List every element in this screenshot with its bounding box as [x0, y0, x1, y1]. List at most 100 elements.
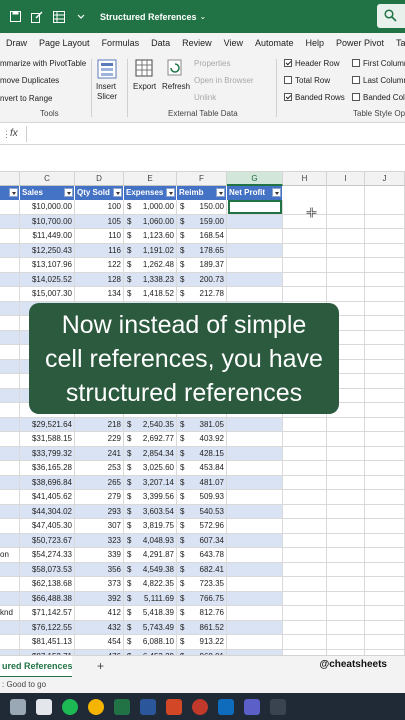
table-cell-qty[interactable]: 293 [75, 504, 124, 519]
empty-cell[interactable] [327, 591, 365, 606]
taskbar-outlook-icon[interactable] [218, 698, 234, 715]
title-chevron-icon[interactable]: ⌄ [200, 12, 207, 21]
table-cell-exp[interactable]: $6,088.10 [124, 635, 177, 650]
table-cell-qty[interactable]: 323 [75, 533, 124, 548]
table-cell-reimb[interactable]: $453.84 [177, 461, 227, 476]
empty-cell[interactable] [283, 461, 327, 476]
empty-cell[interactable] [327, 214, 365, 229]
empty-cell[interactable] [327, 287, 365, 302]
table-cell-exp[interactable]: $1,191.02 [124, 243, 177, 258]
refresh-button[interactable]: Refresh [162, 82, 190, 91]
table-cell-net[interactable] [227, 258, 283, 273]
table-cell-qty[interactable]: 105 [75, 214, 124, 229]
table-cell-reimb[interactable]: $643.78 [177, 548, 227, 563]
table-cell-sales[interactable]: $10,700.00 [20, 214, 75, 229]
banded-columns-option[interactable]: Banded Columns [352, 93, 405, 102]
empty-cell[interactable] [327, 606, 365, 621]
empty-cell[interactable] [365, 272, 405, 287]
empty-cell[interactable] [365, 446, 405, 461]
table-cell-reimb[interactable]: $428.15 [177, 446, 227, 461]
table-cell-reimb[interactable]: $766.75 [177, 591, 227, 606]
slicer-icon[interactable] [96, 58, 118, 80]
empty-cell[interactable] [283, 620, 327, 635]
empty-cell[interactable] [365, 316, 405, 331]
table-cell-b[interactable] [0, 461, 20, 476]
cell-i[interactable] [327, 186, 365, 201]
table-cell-qty[interactable]: 110 [75, 229, 124, 244]
table-cell-b[interactable]: knd [0, 606, 20, 621]
empty-cell[interactable] [283, 504, 327, 519]
header-row-checkbox[interactable] [284, 59, 292, 67]
table-cell-exp[interactable]: $3,207.14 [124, 475, 177, 490]
table-cell-exp[interactable]: $3,603.54 [124, 504, 177, 519]
table-cell-net[interactable] [227, 461, 283, 476]
total-row-option[interactable]: Total Row [284, 76, 330, 85]
table-cell-net[interactable] [227, 229, 283, 244]
table-cell-sales[interactable]: $13,107.96 [20, 258, 75, 273]
table-cell-net[interactable] [227, 504, 283, 519]
empty-cell[interactable] [327, 432, 365, 447]
table-cell-qty[interactable]: 265 [75, 475, 124, 490]
empty-cell[interactable] [365, 519, 405, 534]
table-cell-net[interactable] [227, 635, 283, 650]
table-cell-qty[interactable]: 412 [75, 606, 124, 621]
table-cell-qty[interactable]: 356 [75, 562, 124, 577]
insert-slicer-label-2[interactable]: Slicer [97, 92, 117, 101]
empty-cell[interactable] [327, 562, 365, 577]
empty-cell[interactable] [327, 490, 365, 505]
table-cell-sales[interactable]: $66,488.38 [20, 591, 75, 606]
insert-slicer-label[interactable]: Insert [96, 82, 116, 91]
table-cell-reimb[interactable]: $178.65 [177, 243, 227, 258]
table-cell-exp[interactable]: $5,418.39 [124, 606, 177, 621]
table-cell-sales[interactable]: $29,521.64 [20, 417, 75, 432]
table-cell-exp[interactable]: $1,060.00 [124, 214, 177, 229]
filter-dropdown-icon[interactable] [216, 188, 225, 197]
header-cell-reimb[interactable]: Reimb [177, 186, 227, 201]
empty-cell[interactable] [327, 258, 365, 273]
filter-dropdown-icon[interactable] [272, 188, 281, 197]
convert-to-range-button[interactable]: nvert to Range [0, 94, 52, 103]
empty-cell[interactable] [365, 258, 405, 273]
taskbar-app-icon[interactable] [10, 698, 26, 715]
column-header-e[interactable]: E [124, 172, 177, 186]
table-cell-b[interactable] [0, 620, 20, 635]
empty-cell[interactable] [365, 490, 405, 505]
table-cell-reimb[interactable]: $381.05 [177, 417, 227, 432]
export-button[interactable]: Export [133, 82, 156, 91]
open-in-browser-button[interactable]: Open in Browser [194, 76, 254, 85]
table-cell-reimb[interactable]: $168.54 [177, 229, 227, 244]
empty-cell[interactable] [283, 562, 327, 577]
unlink-button[interactable]: Unlink [194, 93, 216, 102]
empty-cell[interactable] [283, 287, 327, 302]
table-cell-b[interactable] [0, 359, 20, 374]
table-cell-sales[interactable]: $11,449.00 [20, 229, 75, 244]
table-cell-sales[interactable]: $12,250.43 [20, 243, 75, 258]
table-cell-net[interactable] [227, 548, 283, 563]
properties-button[interactable]: Properties [194, 59, 230, 68]
table-cell-reimb[interactable]: $481.07 [177, 475, 227, 490]
table-cell-exp[interactable]: $3,399.56 [124, 490, 177, 505]
table-cell-qty[interactable]: 218 [75, 417, 124, 432]
empty-cell[interactable] [365, 403, 405, 418]
tab-formulas[interactable]: Formulas [96, 33, 146, 53]
active-cell-selection[interactable] [228, 200, 282, 214]
table-cell-b[interactable] [0, 330, 20, 345]
save-icon[interactable] [8, 10, 22, 24]
table-cell-exp[interactable]: $4,822.35 [124, 577, 177, 592]
taskbar-teams-icon[interactable] [244, 698, 260, 715]
sheet-tab-structured-references[interactable]: ured References [0, 656, 72, 678]
fx-icon[interactable]: fx [10, 128, 18, 139]
table-cell-b[interactable] [0, 287, 20, 302]
tab-table[interactable]: Tab [390, 33, 405, 53]
empty-cell[interactable] [283, 258, 327, 273]
table-cell-qty[interactable]: 279 [75, 490, 124, 505]
banded-rows-option[interactable]: Banded Rows [284, 93, 345, 102]
table-cell-b[interactable] [0, 316, 20, 331]
taskbar-powerpoint-icon[interactable] [166, 698, 182, 715]
empty-cell[interactable] [283, 475, 327, 490]
tab-automate[interactable]: Automate [249, 33, 300, 53]
table-cell-sales[interactable]: $44,304.02 [20, 504, 75, 519]
table-cell-net[interactable] [227, 272, 283, 287]
filter-dropdown-icon[interactable] [113, 188, 122, 197]
header-cell-qty[interactable]: Qty Sold [75, 186, 124, 201]
